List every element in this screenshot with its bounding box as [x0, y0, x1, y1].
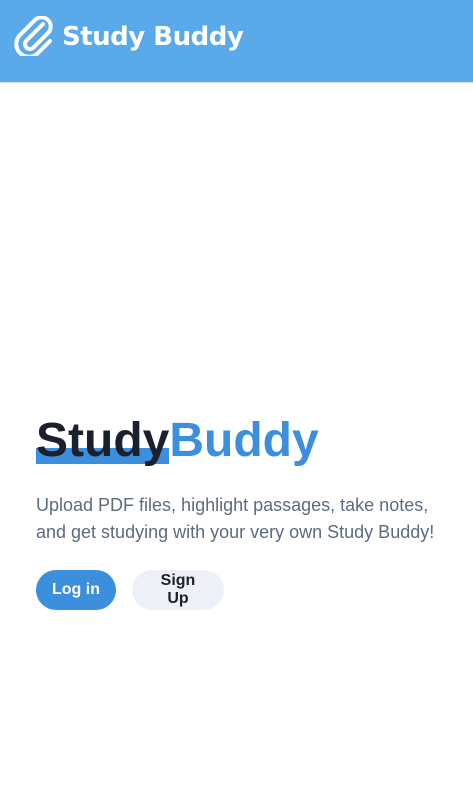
login-button[interactable]: Log in [36, 570, 116, 610]
app-header: Study Buddy [0, 0, 473, 83]
auth-actions: Log in Sign Up [36, 570, 456, 610]
brand-name[interactable]: Study Buddy [62, 19, 244, 55]
hero-title-buddy: Buddy [169, 414, 319, 467]
signup-button[interactable]: Sign Up [132, 570, 224, 610]
hero-title-study-wrap: Study [36, 410, 170, 472]
paperclip-icon [14, 16, 53, 56]
hero-title: Study Buddy [36, 410, 456, 472]
hero-description: Upload PDF files, highlight passages, ta… [36, 495, 435, 542]
hero-title-study: Study [36, 414, 170, 467]
hero-section: Study Buddy Upload PDF files, highlight … [36, 410, 456, 610]
